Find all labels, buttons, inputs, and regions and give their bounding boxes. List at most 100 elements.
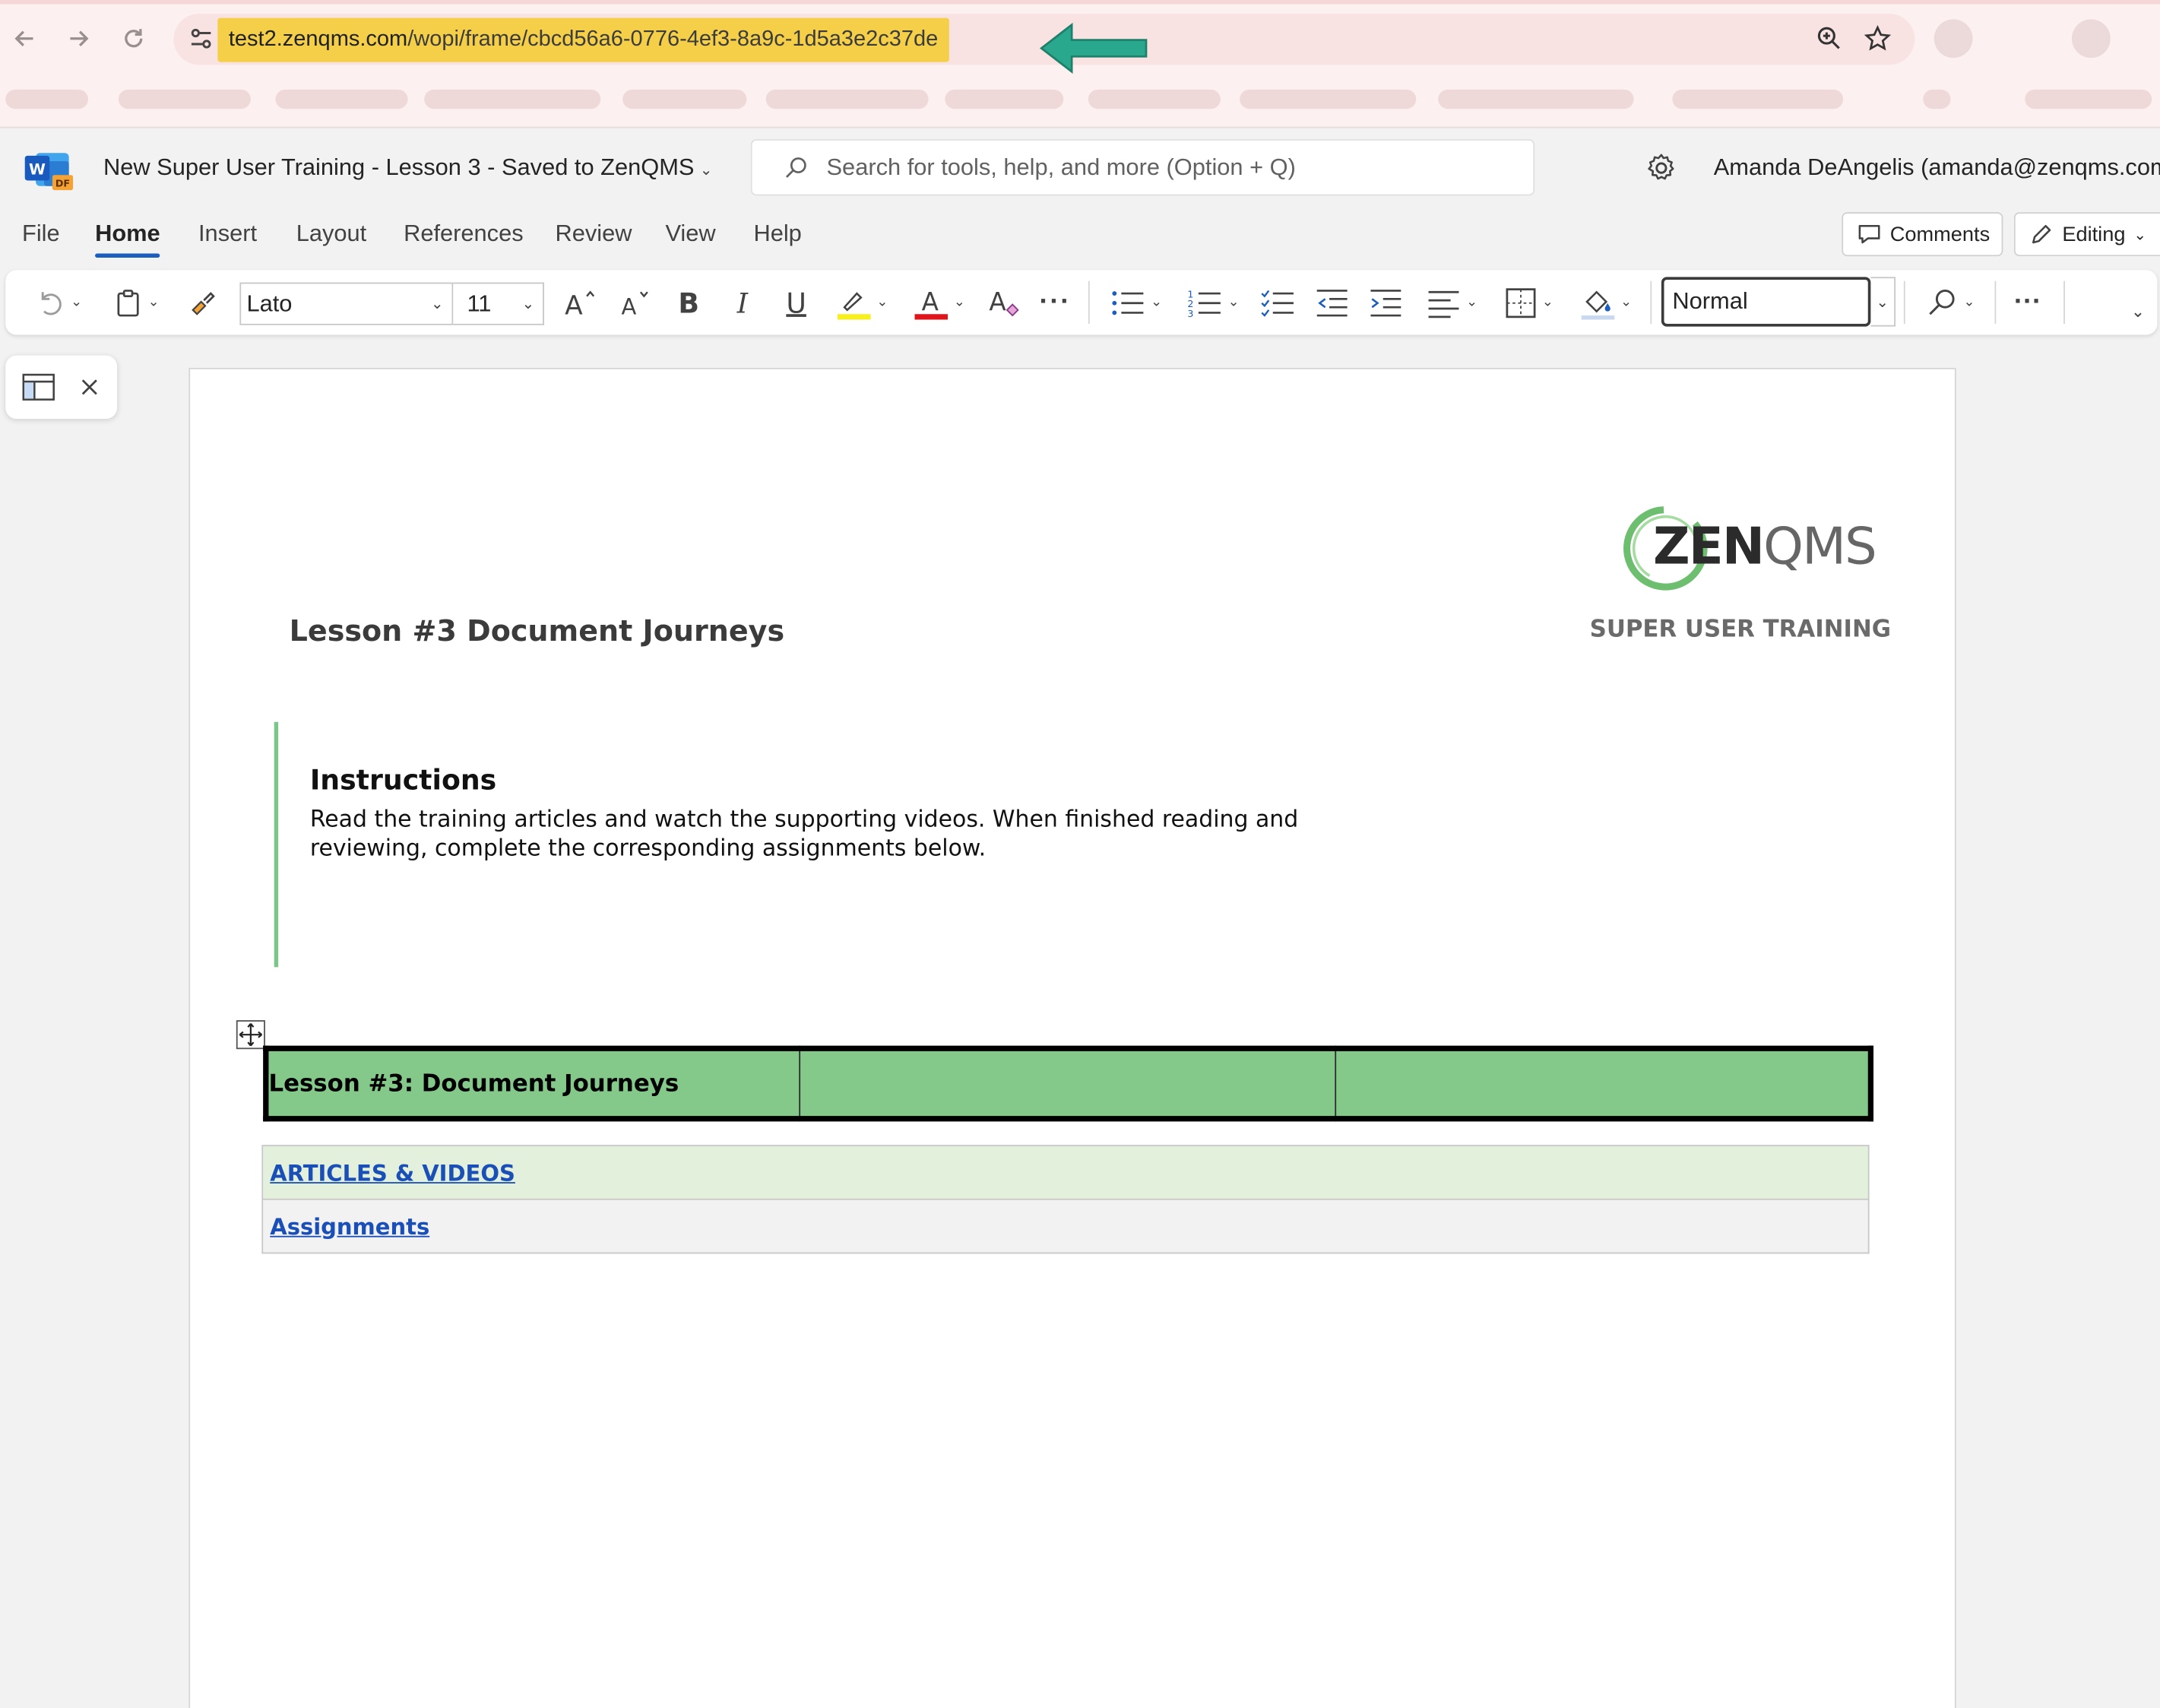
gear-icon[interactable] [1645, 151, 1678, 185]
chevron-down-icon: ⌄ [1541, 294, 1553, 310]
assignments-link[interactable]: Assignments [270, 1213, 429, 1239]
font-color-icon: A [915, 287, 949, 319]
clipboard-icon [118, 289, 140, 316]
svg-text:3: 3 [1188, 307, 1194, 318]
separator [1650, 280, 1652, 324]
tab-help[interactable]: Help [753, 220, 801, 248]
table-move-handle-icon[interactable] [236, 1019, 266, 1050]
separator [2063, 280, 2065, 324]
align-button[interactable]: ⌄ [1419, 270, 1485, 334]
font-name-dropdown[interactable]: Lato ⌄ [239, 282, 454, 325]
navigation-pane-toggle [5, 355, 118, 419]
instructions-body: Read the training articles and watch the… [309, 806, 1299, 861]
site-settings-icon[interactable] [188, 25, 215, 52]
bullets-button[interactable]: ⌄ [1104, 270, 1170, 334]
logo-zen: ZEN [1653, 516, 1765, 576]
editing-mode-button[interactable]: Editing ⌄ [2013, 212, 2160, 257]
close-icon[interactable] [80, 378, 99, 397]
italic-icon[interactable]: I [724, 270, 762, 334]
reload-icon[interactable] [119, 24, 149, 54]
format-painter-button[interactable] [182, 270, 223, 334]
styles-gallery-expand-icon[interactable]: ⌄ [1870, 277, 1896, 327]
svg-text:A: A [922, 287, 939, 315]
bookmark-star-icon[interactable] [1864, 25, 1892, 52]
borders-button[interactable]: ⌄ [1496, 270, 1562, 334]
more-font-options-icon[interactable]: ··· [1036, 270, 1075, 334]
font-color-button[interactable]: A ⌄ [907, 270, 973, 334]
profile-avatar[interactable] [2072, 19, 2111, 59]
articles-videos-link[interactable]: ARTICLES & VIDEOS [270, 1159, 515, 1185]
separator [1088, 280, 1090, 324]
decrease-indent-button[interactable] [1312, 270, 1353, 334]
lesson-title: Lesson #3 Document Journeys [289, 614, 785, 648]
tab-insert[interactable]: Insert [198, 220, 257, 248]
tab-file[interactable]: File [22, 220, 60, 248]
shading-button[interactable]: ⌄ [1573, 270, 1639, 334]
checklist-icon [1261, 289, 1294, 316]
paste-button[interactable]: ⌄ [105, 270, 168, 334]
increase-indent-button[interactable] [1365, 270, 1406, 334]
align-left-icon [1429, 290, 1459, 318]
lesson-header-cell[interactable]: Lesson #3: Document Journeys [264, 1047, 800, 1120]
url-text[interactable]: test2.zenqms.com/wopi/frame/cbcd56a6-077… [217, 17, 949, 62]
chevron-down-icon: ⌄ [953, 294, 965, 310]
chevron-down-icon: ⌄ [147, 294, 160, 310]
lesson-header-cell[interactable] [798, 1047, 1336, 1120]
style-selector[interactable]: Normal [1661, 277, 1871, 327]
tab-home[interactable]: Home [95, 220, 161, 258]
comment-icon [1858, 224, 1880, 244]
pencil-icon [2032, 224, 2051, 244]
back-icon[interactable] [10, 24, 40, 54]
assignments-cell: Assignments [261, 1198, 1870, 1254]
numbered-list-icon: 123 [1188, 288, 1221, 318]
articles-videos-cell: ARTICLES & VIDEOS [261, 1145, 1870, 1200]
table-row: Assignments [261, 1198, 1870, 1254]
chevron-down-icon: ⌄ [699, 162, 713, 179]
format-painter-icon [192, 291, 215, 315]
style-value: Normal [1672, 287, 1748, 315]
tab-layout[interactable]: Layout [296, 220, 367, 248]
tab-review[interactable]: Review [555, 220, 632, 248]
bullet-list-icon [1112, 290, 1144, 315]
training-tagline: SUPER USER TRAINING [1589, 616, 1892, 644]
account-name[interactable]: Amanda DeAngelis (amanda@zenqms.com [1714, 154, 2160, 182]
comments-button[interactable]: Comments [1842, 212, 2003, 257]
grow-font-button[interactable]: A [559, 270, 600, 334]
chevron-down-icon: ⌄ [1466, 294, 1478, 310]
annotation-arrow-icon [1040, 22, 1148, 74]
document-title[interactable]: New Super User Training - Lesson 3 - Sav… [103, 154, 712, 182]
bold-icon[interactable]: B [670, 270, 708, 334]
search-box[interactable] [750, 139, 1535, 196]
font-size-dropdown[interactable]: 11 ⌄ [453, 282, 544, 325]
svg-text:A: A [565, 290, 583, 317]
tab-view[interactable]: View [665, 220, 715, 248]
font-name-value: Lato [246, 290, 293, 316]
lesson-header-cell[interactable] [1334, 1047, 1872, 1120]
clear-formatting-button[interactable]: A [983, 270, 1025, 334]
ribbon-expand-icon[interactable]: ⌄ [2124, 278, 2152, 343]
navigation-pane-icon[interactable] [22, 372, 55, 402]
svg-text:A: A [989, 287, 1006, 315]
table-row: ARTICLES & VIDEOS [261, 1145, 1870, 1200]
decrease-indent-icon [1316, 289, 1348, 316]
document-page[interactable]: ZENQMS SUPER USER TRAINING Lesson #3 Doc… [188, 367, 1956, 1708]
chevron-down-icon: ⌄ [1963, 294, 1975, 310]
highlighter-icon [838, 291, 872, 319]
lesson-links-table: ARTICLES & VIDEOS Assignments [261, 1145, 1870, 1254]
highlight-color-button[interactable]: ⌄ [829, 270, 895, 334]
forward-icon[interactable] [63, 24, 93, 54]
underline-icon[interactable]: U [777, 270, 816, 334]
zoom-icon[interactable] [1816, 25, 1843, 52]
checklist-button[interactable] [1258, 270, 1299, 334]
numbering-button[interactable]: 1 2 3 ⌄ [1180, 270, 1246, 334]
shrink-font-icon: A [621, 290, 648, 318]
extension-icon[interactable] [1934, 19, 1973, 59]
more-options-icon[interactable]: ··· [2006, 270, 2050, 334]
search-input[interactable] [826, 151, 1515, 185]
tab-references[interactable]: References [404, 220, 524, 248]
find-button[interactable]: ⌄ [1918, 270, 1984, 334]
zenqms-logo-text: ZENQMS [1653, 516, 1877, 576]
shrink-font-button[interactable]: A [614, 270, 655, 334]
zenqms-logo: ZENQMS [1620, 503, 1877, 597]
undo-button[interactable]: ⌄ [27, 270, 90, 334]
